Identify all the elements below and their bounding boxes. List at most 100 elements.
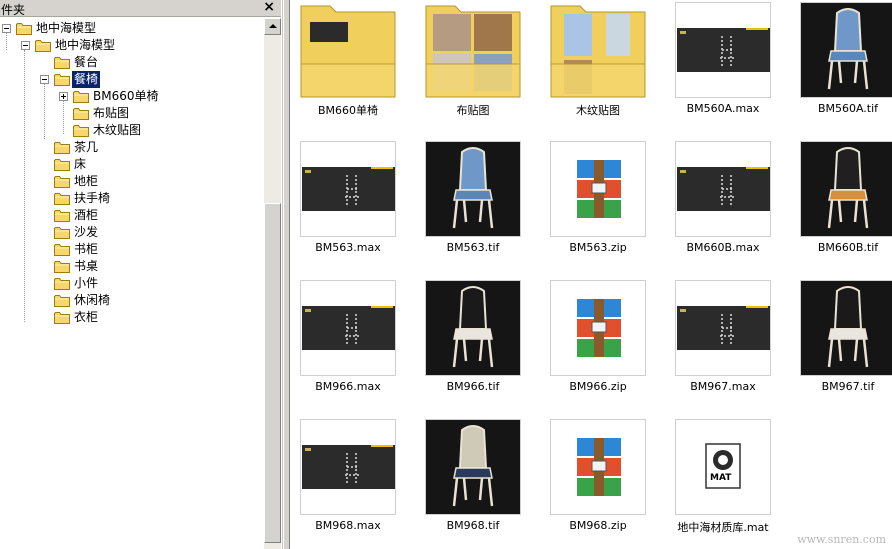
file-tile[interactable]: BM968.zip	[540, 419, 650, 547]
tree-item[interactable]: 地中海模型	[0, 37, 262, 54]
tree-item[interactable]: 木纹贴图	[0, 122, 262, 139]
tree-item[interactable]: 餐台	[0, 54, 262, 71]
folder-icon	[73, 107, 89, 120]
folder-icon	[54, 311, 70, 324]
tree-item-label: 休闲椅	[74, 293, 111, 307]
max-preview-thumbnail	[675, 280, 771, 376]
file-tile[interactable]: BM967.tif	[790, 280, 892, 408]
file-tile[interactable]: MAT 地中海材质库.mat	[665, 419, 775, 547]
tree-item[interactable]: BM660单椅	[0, 88, 262, 105]
file-tile[interactable]: BM660单椅	[290, 2, 400, 130]
file-tile[interactable]: BM563.max	[290, 141, 400, 269]
tree-item[interactable]: 酒柜	[0, 207, 262, 224]
file-name-label: 地中海材质库.mat	[677, 521, 769, 534]
file-name-label: BM560A.tif	[817, 102, 879, 115]
file-tile[interactable]: BM967.max	[665, 280, 775, 408]
tree-item-label: 沙发	[74, 225, 99, 239]
file-browser-window: 件夹 × 地中海模型 地中海模型 餐台 餐椅 BM660单椅 布贴图 木纹贴图 茶几床地柜 扶手…	[0, 0, 892, 549]
max-preview-thumbnail	[300, 419, 396, 515]
tif-preview-thumbnail	[425, 280, 521, 376]
tree-item-label: 酒柜	[74, 208, 99, 222]
tif-preview-thumbnail	[800, 141, 892, 237]
tree-item[interactable]: 书柜	[0, 241, 262, 258]
tree-item[interactable]: 床	[0, 156, 262, 173]
file-name-label: BM968.max	[315, 519, 381, 532]
folder-thumbnail-icon	[550, 2, 646, 98]
file-name-label: BM560A.max	[686, 102, 760, 115]
tree-item-label: 床	[74, 157, 87, 171]
folder-icon	[73, 90, 89, 103]
file-name-label: BM563.max	[315, 241, 381, 254]
tree-item[interactable]: 地柜	[0, 173, 262, 190]
file-tile[interactable]: 布贴图	[415, 2, 525, 130]
max-preview-thumbnail	[675, 2, 771, 98]
zip-archive-icon	[550, 141, 646, 237]
file-tile[interactable]: BM966.zip	[540, 280, 650, 408]
folder-icon	[54, 294, 70, 307]
file-tile[interactable]: BM966.max	[290, 280, 400, 408]
tif-preview-thumbnail	[800, 280, 892, 376]
tree-item-label: 餐台	[74, 55, 99, 69]
folder-icon	[54, 226, 70, 239]
collapse-minus-icon[interactable]	[21, 41, 30, 50]
file-name-label: BM563.tif	[446, 241, 500, 254]
collapse-minus-icon[interactable]	[2, 24, 11, 33]
collapse-minus-icon[interactable]	[40, 75, 49, 84]
file-thumbnail-grid: BM660单椅 布贴图 木纹贴图 BM560A.max BM560A.tif BM563.…	[290, 0, 892, 549]
tree-item-label: 书桌	[74, 259, 99, 273]
folder-icon	[54, 243, 70, 256]
pane-splitter[interactable]	[283, 0, 290, 549]
file-name-label: BM968.tif	[446, 519, 500, 532]
tree-item[interactable]: 扶手椅	[0, 190, 262, 207]
tree-item[interactable]: 餐椅	[0, 71, 262, 88]
tree-item[interactable]: 布贴图	[0, 105, 262, 122]
tree-item[interactable]: 茶几	[0, 139, 262, 156]
zip-archive-icon	[550, 419, 646, 515]
file-tile[interactable]: BM968.max	[290, 419, 400, 547]
file-tile[interactable]: 木纹贴图	[540, 2, 650, 130]
file-tile[interactable]: BM660B.max	[665, 141, 775, 269]
tree-item-label: 地柜	[74, 174, 99, 188]
tree-item[interactable]: 沙发	[0, 224, 262, 241]
file-tile[interactable]: BM560A.tif	[790, 2, 892, 130]
tree-item-label: 书柜	[74, 242, 99, 256]
max-preview-thumbnail	[675, 141, 771, 237]
tree-header: 件夹 ×	[0, 0, 281, 17]
tif-preview-thumbnail	[800, 2, 892, 98]
tree-item[interactable]: 书桌	[0, 258, 262, 275]
file-tile[interactable]: BM560A.max	[665, 2, 775, 130]
folder-icon	[54, 175, 70, 188]
expand-plus-icon[interactable]	[59, 92, 68, 101]
file-tile[interactable]: BM563.tif	[415, 141, 525, 269]
file-name-label: BM966.tif	[446, 380, 500, 393]
tree-item-label: BM660单椅	[93, 89, 159, 103]
file-name-label: BM563.zip	[569, 241, 627, 254]
file-name-label: 木纹贴图	[576, 104, 620, 117]
file-tile[interactable]: BM968.tif	[415, 419, 525, 547]
tree-item[interactable]: 小件	[0, 275, 262, 292]
tree-item-label: 衣柜	[74, 310, 99, 324]
file-name-label: BM967.tif	[821, 380, 875, 393]
tree-item[interactable]: 休闲椅	[0, 292, 262, 309]
folder-icon	[16, 22, 32, 35]
close-icon[interactable]: ×	[263, 0, 275, 15]
file-name-label: BM660单椅	[317, 104, 379, 117]
tif-preview-thumbnail	[425, 141, 521, 237]
file-tile[interactable]: BM966.tif	[415, 280, 525, 408]
scroll-up-icon[interactable]	[264, 18, 281, 35]
file-tile[interactable]: BM563.zip	[540, 141, 650, 269]
folder-icon	[54, 56, 70, 69]
scrollbar-thumb[interactable]	[264, 203, 281, 543]
tree-item[interactable]: 衣柜	[0, 309, 262, 326]
folder-thumbnail-icon	[425, 2, 521, 98]
tree-scrollbar[interactable]	[264, 18, 281, 549]
tree-item[interactable]: 地中海模型	[0, 20, 262, 37]
tree-item-label: 布贴图	[93, 106, 130, 120]
mat-file-icon: MAT	[675, 419, 771, 515]
zip-archive-icon	[550, 280, 646, 376]
file-tile[interactable]: BM660B.tif	[790, 141, 892, 269]
folder-icon	[54, 277, 70, 290]
folder-icon	[54, 73, 70, 86]
folder-icon	[54, 209, 70, 222]
tree-item-label: 地中海模型	[55, 38, 116, 52]
